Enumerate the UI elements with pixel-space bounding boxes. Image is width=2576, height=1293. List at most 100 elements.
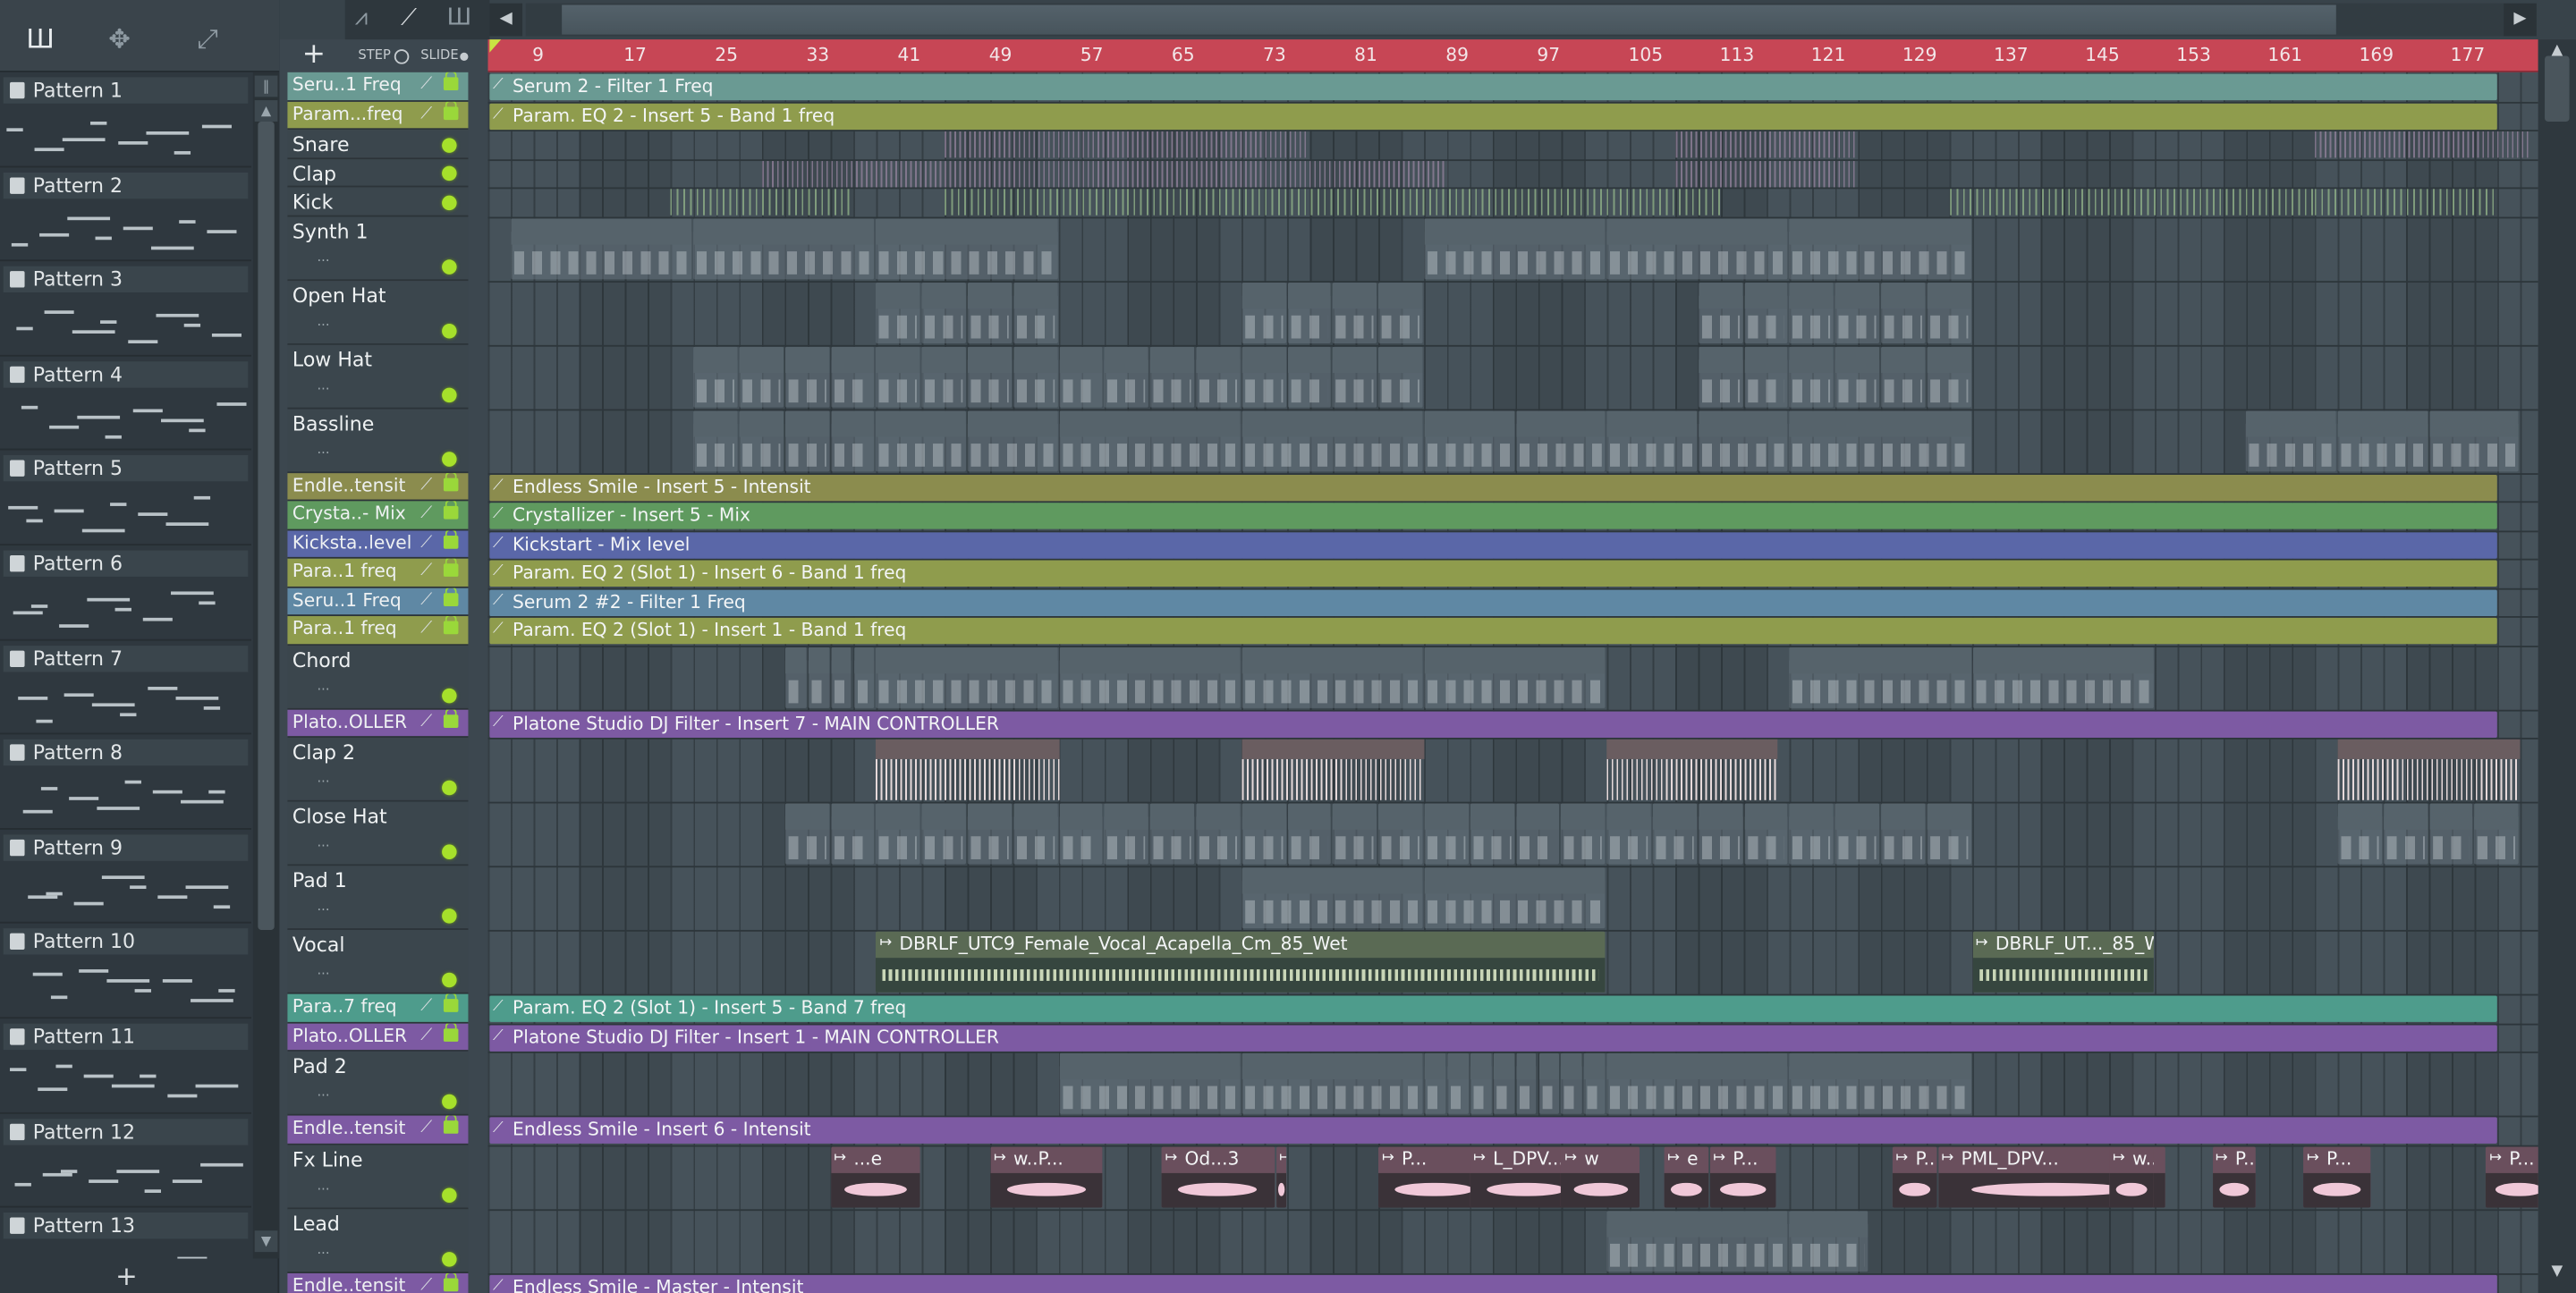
picker-scroll-up-icon[interactable]: ▲ xyxy=(254,100,278,122)
pattern-clip[interactable]: ▤ xyxy=(1515,803,1560,865)
track-header[interactable]: Seru..1 Freq ⟋ xyxy=(287,587,469,617)
track-header[interactable]: Plato..OLLER ⟋ xyxy=(287,1022,469,1052)
pattern-clip[interactable]: ▤ xyxy=(1470,803,1514,865)
automation-clip[interactable]: ⟋ Platone Studio DJ Filter - Insert 1 - M… xyxy=(489,1024,2497,1052)
pattern-clip[interactable]: ▤ xyxy=(1241,345,1286,407)
audio-clip[interactable]: ↦ DBRLF_UTC9_Female_Vocal_Acapella_Cm_85_… xyxy=(876,931,1606,993)
track-header[interactable]: Lead... xyxy=(287,1208,469,1273)
pattern-clip[interactable]: ▤ xyxy=(1881,282,1926,343)
track-header[interactable]: Para..7 freq ⟋ xyxy=(287,993,469,1023)
timeline-ruler[interactable]: 9 17 25 33 41 49 57 65 73 81 89 97 105 113 121 129 137 14… xyxy=(487,39,2538,72)
picker-scroll-down-icon[interactable]: ▼ xyxy=(254,1230,278,1253)
pattern-clip[interactable]: ▤ xyxy=(876,803,920,865)
track-header[interactable]: Synth 1... xyxy=(287,216,469,281)
track-header[interactable]: Low Hat... xyxy=(287,343,469,409)
lock-icon[interactable] xyxy=(443,587,459,606)
audio-clip[interactable]: ↦ P... xyxy=(1892,1145,1936,1207)
pattern-clip[interactable]: ▤ xyxy=(1789,345,1835,407)
pattern-clip[interactable]: ▤ Pattern 1 xyxy=(1424,217,1606,279)
vertical-scroll-thumb[interactable] xyxy=(2545,55,2570,122)
pattern-clip[interactable]: ▤ xyxy=(1652,803,1697,865)
pattern-clip[interactable]: ▤ Pat..n 4 xyxy=(1515,410,1606,471)
pattern-clip[interactable]: ▤ Pattern 12 xyxy=(1789,646,1971,708)
track-header[interactable]: Endle..tensit ⟋ xyxy=(287,1272,469,1293)
automation-clip[interactable]: ⟋ Param. EQ 2 (Slot 1) - Insert 5 - Band … xyxy=(489,995,2497,1022)
pattern-list-item[interactable]: Pattern 3 xyxy=(0,261,252,357)
pattern-list-item[interactable]: Pattern 8 xyxy=(0,735,252,830)
pattern-clip[interactable]: ▤ Pat..n 4 xyxy=(1424,410,1514,471)
automation-clip[interactable]: ⟋ Param. EQ 2 (Slot 1) - Insert 6 - Band … xyxy=(489,560,2497,587)
pattern-clip[interactable]: ▤ Pattern 9 xyxy=(1606,1052,1789,1114)
pattern-list-item[interactable]: Pattern 1 xyxy=(0,72,252,167)
pattern-clip[interactable]: ▤ Pattern 1 xyxy=(511,217,692,279)
track-header[interactable]: Pad 1... xyxy=(287,866,469,930)
pattern-clip[interactable]: ▤ Pat..n 4 xyxy=(2337,410,2428,471)
pattern-list-item[interactable]: Pattern 12 xyxy=(0,1113,252,1208)
drum-hits-clip[interactable] xyxy=(945,131,1310,158)
pattern-list-item[interactable]: Pattern 11 xyxy=(0,1018,252,1114)
drum-hits-clip[interactable] xyxy=(2315,189,2498,216)
pattern-clip[interactable]: ▤ xyxy=(853,646,875,708)
pattern-clip[interactable]: ▤ xyxy=(1927,345,1971,407)
automation-mode-icon[interactable]: ⤢ xyxy=(197,23,218,56)
track-header[interactable]: Plato..OLLER ⟋ xyxy=(287,708,469,738)
pattern-clip[interactable]: ▤ xyxy=(739,410,784,471)
drum-hits-clip[interactable] xyxy=(1949,189,2316,216)
mute-led-icon[interactable] xyxy=(442,165,457,182)
pattern-list-item[interactable]: Pattern 7 xyxy=(0,640,252,735)
pattern-clip[interactable]: ▤ xyxy=(1698,345,1742,407)
audio-clip[interactable]: ↦ P... xyxy=(2212,1145,2257,1207)
pattern-clip[interactable]: ▤ xyxy=(1196,345,1241,407)
pattern-clip[interactable]: ▤ xyxy=(1743,345,1789,407)
pattern-clip[interactable]: ▤ Pattern 9 xyxy=(1789,1052,1971,1114)
pattern-clip[interactable]: ▤ xyxy=(1378,803,1423,865)
track-header[interactable]: Seru..1 Freq ⟋ xyxy=(287,72,469,102)
pattern-clip[interactable]: ▤ Pat..1 xyxy=(1789,1210,1868,1272)
audio-clip[interactable]: ↦ P... xyxy=(2486,1145,2538,1207)
pattern-clip[interactable]: ▤ Pattern 8 xyxy=(1058,410,1241,471)
pattern-clip[interactable]: ▤ xyxy=(1104,345,1149,407)
pattern-clip[interactable]: ▤ Pattern 10 xyxy=(1424,867,1606,929)
slide-radio[interactable] xyxy=(460,52,469,61)
pattern-clip[interactable]: ▤ xyxy=(1378,345,1423,407)
pattern-clip[interactable]: ▤ xyxy=(876,345,920,407)
pattern-clip[interactable]: ▤ xyxy=(784,345,829,407)
automation-clip[interactable]: ⟋ Param. EQ 2 (Slot 1) - Insert 1 - Band … xyxy=(489,617,2497,645)
audio-clip[interactable]: ↦ w... xyxy=(2109,1145,2154,1207)
pattern-clip[interactable]: ▤ Pattern 6 xyxy=(1424,646,1606,708)
mute-led-icon[interactable] xyxy=(442,137,457,152)
pattern-clip[interactable]: ▤ xyxy=(1013,345,1058,407)
pattern-clip[interactable]: ▤ xyxy=(1515,1052,1538,1114)
automation-clip[interactable]: ⟋ Endless Smile - Insert 5 - Intensit xyxy=(489,474,2497,501)
pattern-list-item[interactable]: Pattern 5 xyxy=(0,451,252,545)
picker-scroll-top-button[interactable]: ‖ xyxy=(254,75,278,97)
playlist-grid[interactable]: ⟋ Serum 2 - Filter 1 Freq ⟋ Param. EQ 2 - I… xyxy=(487,72,2538,1293)
mute-led-icon[interactable] xyxy=(442,844,457,859)
lock-icon[interactable] xyxy=(443,501,459,520)
pattern-clip[interactable]: ▤ xyxy=(1104,803,1149,865)
pattern-clip[interactable]: ▤ xyxy=(1538,1052,1560,1114)
pattern-clip[interactable]: ▤ xyxy=(830,803,875,865)
lock-icon[interactable] xyxy=(443,1272,459,1291)
drum-hits-clip[interactable] xyxy=(945,189,1128,216)
clips-mode-icon[interactable]: ✥ xyxy=(108,23,131,55)
track-header[interactable]: Kick xyxy=(287,187,469,216)
mute-led-icon[interactable] xyxy=(442,908,457,924)
pattern-clip[interactable]: ▤ xyxy=(1424,803,1469,865)
pattern-list-item[interactable]: Pattern 6 xyxy=(0,545,252,640)
pattern-clip[interactable]: ▤ Pattern 8 xyxy=(1241,410,1423,471)
pattern-clip[interactable]: ▤ xyxy=(1241,803,1286,865)
mute-led-icon[interactable] xyxy=(442,258,457,274)
mute-led-icon[interactable] xyxy=(442,1094,457,1110)
pattern-clip[interactable]: ▤ xyxy=(1743,282,1789,343)
pattern-clip[interactable]: ▤ xyxy=(1241,282,1286,343)
lock-icon[interactable] xyxy=(443,1022,459,1041)
pattern-clip[interactable]: ▤ xyxy=(967,282,1013,343)
lock-icon[interactable] xyxy=(443,708,459,728)
pattern-clip[interactable]: ▤ xyxy=(1743,803,1789,865)
pattern-clip[interactable]: ▤ xyxy=(921,282,966,343)
drum-hits-clip[interactable] xyxy=(2315,131,2532,158)
pattern-clip[interactable]: ▤ xyxy=(693,410,738,471)
automation-clip[interactable]: ⟋ Endless Smile - Master - Intensit xyxy=(489,1273,2497,1293)
mute-led-icon[interactable] xyxy=(442,323,457,338)
